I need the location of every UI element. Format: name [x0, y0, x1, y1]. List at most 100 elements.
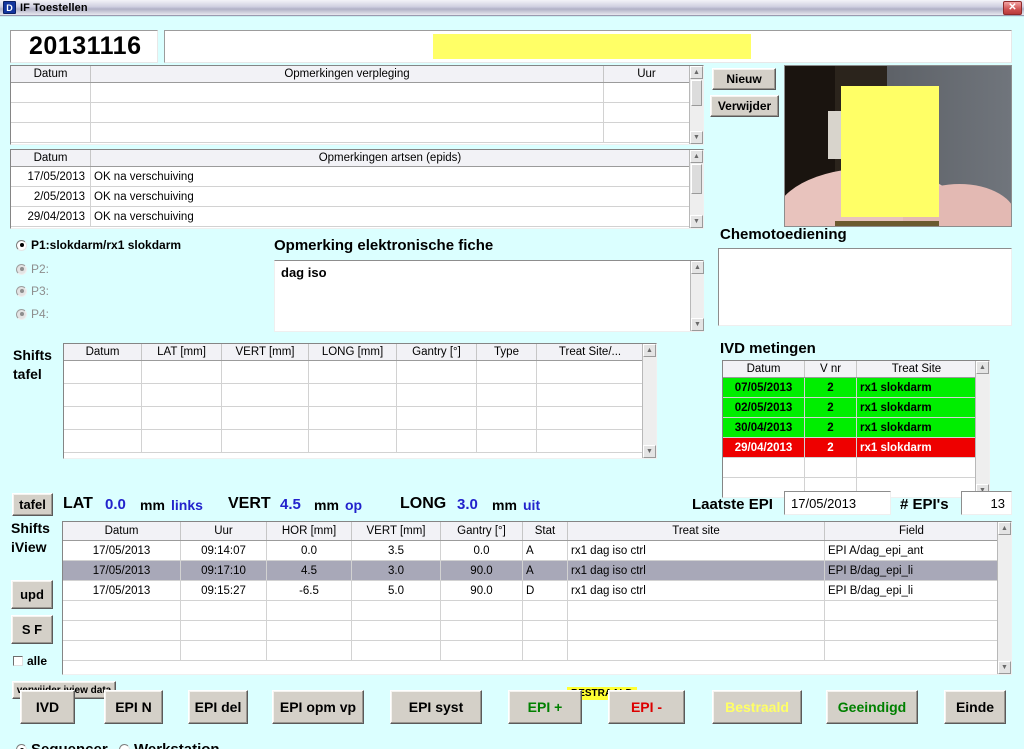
chemo-textarea[interactable] — [718, 248, 1012, 326]
alle-checkbox[interactable]: alle — [13, 654, 47, 668]
table-row[interactable]: 07/05/2013 2 rx1 slokdarm — [723, 378, 989, 398]
table-row[interactable] — [64, 407, 656, 430]
shifts-iview-scrollbar[interactable]: ▲ ▼ — [997, 522, 1011, 674]
shifts-tafel-scrollbar[interactable]: ▲ ▼ — [642, 344, 656, 458]
table-row[interactable] — [63, 641, 1011, 661]
table-row[interactable]: 29/04/2013 OK na verschuiving — [11, 207, 703, 227]
cell-datum — [11, 123, 91, 142]
scroll-down-icon[interactable]: ▼ — [691, 318, 704, 331]
scroll-thumb[interactable] — [691, 80, 702, 106]
doctor-notes-grid[interactable]: Datum Opmerkingen artsen (epids) 17/05/2… — [10, 149, 704, 229]
verwijder-button[interactable]: Verwijder — [710, 95, 779, 117]
radio-dot-icon — [16, 744, 27, 749]
table-row[interactable]: 2/05/2013 OK na verschuiving — [11, 187, 703, 207]
epi-n-button[interactable]: EPI N — [104, 690, 163, 724]
sf-button[interactable]: S F — [11, 615, 53, 644]
scroll-up-icon[interactable]: ▲ — [998, 522, 1011, 535]
col-hor: HOR [mm] — [267, 522, 352, 540]
cell-datum — [723, 458, 805, 477]
electronic-note-scrollbar[interactable]: ▲ ▼ — [690, 261, 704, 331]
epi-del-button[interactable]: EPI del — [188, 690, 248, 724]
geeindigd-button[interactable]: Geeindigd — [826, 690, 918, 724]
window-title: IF Toestellen — [20, 1, 88, 14]
bestraald-button[interactable]: Bestraald — [712, 690, 802, 724]
ivd-grid[interactable]: Datum V nr Treat Site 07/05/2013 2 rx1 s… — [722, 360, 990, 498]
table-row[interactable] — [11, 103, 703, 123]
epi-minus-button[interactable]: EPI - — [608, 690, 685, 724]
scroll-up-icon[interactable]: ▲ — [690, 150, 703, 163]
close-icon[interactable]: ✕ — [1003, 0, 1022, 15]
scroll-up-icon[interactable]: ▲ — [976, 361, 989, 374]
cell-lat — [142, 407, 222, 429]
table-row[interactable] — [63, 621, 1011, 641]
tafel-button[interactable]: tafel — [12, 493, 53, 516]
vert-label: VERT — [228, 495, 271, 512]
scroll-thumb[interactable] — [691, 164, 702, 194]
plan-radio-p2[interactable]: P2: — [16, 262, 49, 276]
doctor-notes-scrollbar[interactable]: ▲ ▼ — [689, 150, 703, 228]
cell-uur — [181, 641, 267, 660]
cell-gantry — [397, 384, 477, 406]
table-row[interactable]: 30/04/2013 2 rx1 slokdarm — [723, 418, 989, 438]
table-row[interactable] — [63, 601, 1011, 621]
table-row[interactable]: 17/05/2013 09:17:10 4.5 3.0 90.0 A rx1 d… — [63, 561, 1011, 581]
cell-gantry: 0.0 — [441, 541, 523, 560]
patient-photo[interactable] — [784, 65, 1012, 227]
plan-radio-p4[interactable]: P4: — [16, 307, 49, 321]
epi-opm-vp-button[interactable]: EPI opm vp — [272, 690, 364, 724]
cell-opmerking — [91, 83, 604, 102]
photo-bed-edge — [834, 221, 939, 226]
table-row[interactable] — [64, 430, 656, 453]
cell-datum — [64, 384, 142, 406]
table-row[interactable]: 29/04/2013 2 rx1 slokdarm — [723, 438, 989, 458]
mode-radio-werkstation[interactable]: Werkstation — [119, 741, 220, 749]
epi-plus-button[interactable]: EPI + — [508, 690, 582, 724]
shifts-iview-grid[interactable]: Datum Uur HOR [mm] VERT [mm] Gantry [°] … — [62, 521, 1012, 675]
ivd-button[interactable]: IVD — [20, 690, 75, 724]
table-row[interactable] — [11, 123, 703, 143]
table-row[interactable] — [723, 458, 989, 478]
col-opmerkingen: Opmerkingen verpleging — [91, 66, 604, 82]
long-value: 3.0 — [457, 496, 478, 513]
scroll-up-icon[interactable]: ▲ — [643, 344, 656, 357]
nursing-notes-grid[interactable]: Datum Opmerkingen verpleging Uur ▲ ▼ — [10, 65, 704, 145]
cell-gantry: 90.0 — [441, 581, 523, 600]
table-row[interactable] — [64, 361, 656, 384]
table-row[interactable]: 17/05/2013 09:15:27 -6.5 5.0 90.0 D rx1 … — [63, 581, 1011, 601]
col-treat-site: Treat Site — [891, 363, 942, 375]
scroll-down-icon[interactable]: ▼ — [643, 445, 656, 458]
scroll-up-icon[interactable]: ▲ — [690, 66, 703, 79]
table-row[interactable] — [64, 384, 656, 407]
scroll-down-icon[interactable]: ▼ — [998, 661, 1011, 674]
table-row[interactable]: 02/05/2013 2 rx1 slokdarm — [723, 398, 989, 418]
table-row[interactable]: 17/05/2013 OK na verschuiving — [11, 167, 703, 187]
electronic-note-textarea[interactable]: dag iso — [274, 260, 704, 332]
mode-radio-sequencer[interactable]: Sequencer — [16, 741, 108, 749]
table-row[interactable] — [11, 83, 703, 103]
epi-syst-button[interactable]: EPI syst — [390, 690, 482, 724]
scroll-up-icon[interactable]: ▲ — [691, 261, 704, 274]
nieuw-button[interactable]: Nieuw — [712, 68, 776, 90]
ivd-scrollbar[interactable]: ▲ ▼ — [975, 361, 989, 497]
cell-uur: 09:14:07 — [181, 541, 267, 560]
client-area: 20131116 Datum Opmerkingen verpleging Uu… — [0, 16, 1024, 749]
scroll-down-icon[interactable]: ▼ — [690, 131, 703, 144]
laatste-epi-field[interactable]: 17/05/2013 — [784, 491, 891, 515]
einde-button[interactable]: Einde — [944, 690, 1006, 724]
epi-count-field[interactable]: 13 — [961, 491, 1012, 515]
cell-site — [568, 601, 825, 620]
patient-id-field[interactable]: 20131116 — [10, 30, 158, 63]
cell-vert — [352, 601, 441, 620]
cell-datum: 29/04/2013 — [723, 438, 805, 457]
cell-vnr: 2 — [805, 398, 857, 417]
table-row[interactable]: 17/05/2013 09:14:07 0.0 3.5 0.0 A rx1 da… — [63, 541, 1011, 561]
shifts-tafel-grid[interactable]: Datum LAT [mm] VERT [mm] LONG [mm] Gantr… — [63, 343, 657, 459]
scroll-down-icon[interactable]: ▼ — [690, 215, 703, 228]
nursing-notes-scrollbar[interactable]: ▲ ▼ — [689, 66, 703, 144]
plan-radio-p1[interactable]: P1:slokdarm/rx1 slokdarm — [16, 238, 181, 252]
plan-radio-p3[interactable]: P3: — [16, 284, 49, 298]
patient-name-field[interactable] — [164, 30, 1012, 63]
cell-datum — [63, 641, 181, 660]
upd-button[interactable]: upd — [11, 580, 53, 609]
cell-gantry — [441, 601, 523, 620]
